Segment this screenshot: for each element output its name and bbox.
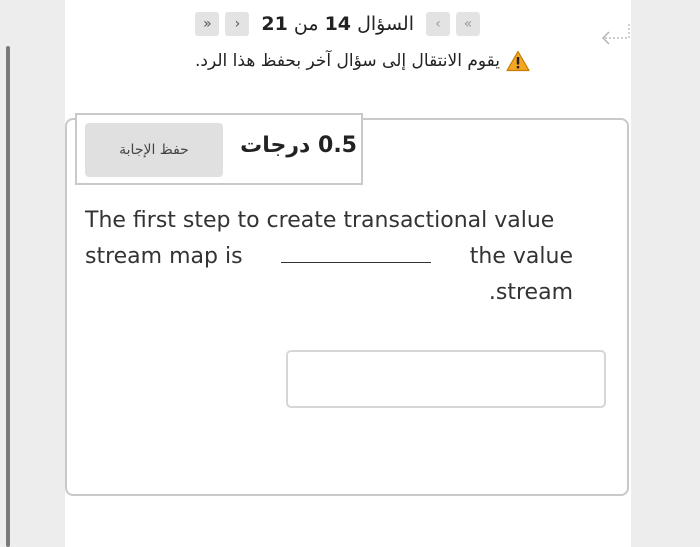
question-word: السؤال: [357, 13, 414, 35]
question-points: 0.5 درجات: [240, 133, 357, 158]
save-answer-button[interactable]: حفظ الإجابة: [85, 123, 223, 177]
current-question-number: 14: [324, 13, 352, 35]
question-line-2-start: stream map is: [85, 244, 243, 269]
double-chevron-icon: »: [463, 16, 473, 32]
next-question-button[interactable]: ‹: [225, 12, 250, 36]
double-chevron-icon: «: [203, 16, 212, 32]
first-question-button[interactable]: »: [456, 12, 480, 36]
scrollbar[interactable]: [6, 46, 10, 547]
question-text: The first step to create transactional v…: [85, 203, 573, 311]
save-warning: يقوم الانتقال إلى سؤال آخر بحفظ هذا الرد…: [110, 50, 530, 72]
question-header: 0.5 درجات حفظ الإجابة: [75, 113, 363, 185]
question-line-1: The first step to create transactional v…: [85, 203, 573, 239]
question-line-1-text: The first step to create transactional v…: [85, 208, 555, 233]
warning-text: يقوم الانتقال إلى سؤال آخر بحفظ هذا الرد…: [195, 51, 500, 71]
warning-icon: [506, 50, 530, 72]
total-question-count: 21: [261, 13, 288, 35]
of-word: من: [293, 13, 319, 35]
last-question-button[interactable]: «: [195, 12, 220, 36]
question-counter: السؤال 14 من 21: [255, 13, 420, 35]
chevron-icon: ›: [435, 16, 441, 32]
answer-input[interactable]: [286, 350, 606, 408]
question-line-2: stream map is the value: [85, 239, 573, 275]
back-arrow-icon[interactable]: [596, 22, 632, 46]
question-navigation: » › السؤال 14 من 21 ‹ «: [140, 10, 480, 38]
fill-in-blank: [281, 261, 432, 263]
chevron-icon: ‹: [234, 16, 241, 32]
question-line-2-end: the value: [469, 244, 573, 269]
question-line-3-text: .stream: [488, 280, 573, 305]
previous-question-button[interactable]: ›: [426, 12, 450, 36]
question-line-3: .stream: [85, 275, 573, 311]
